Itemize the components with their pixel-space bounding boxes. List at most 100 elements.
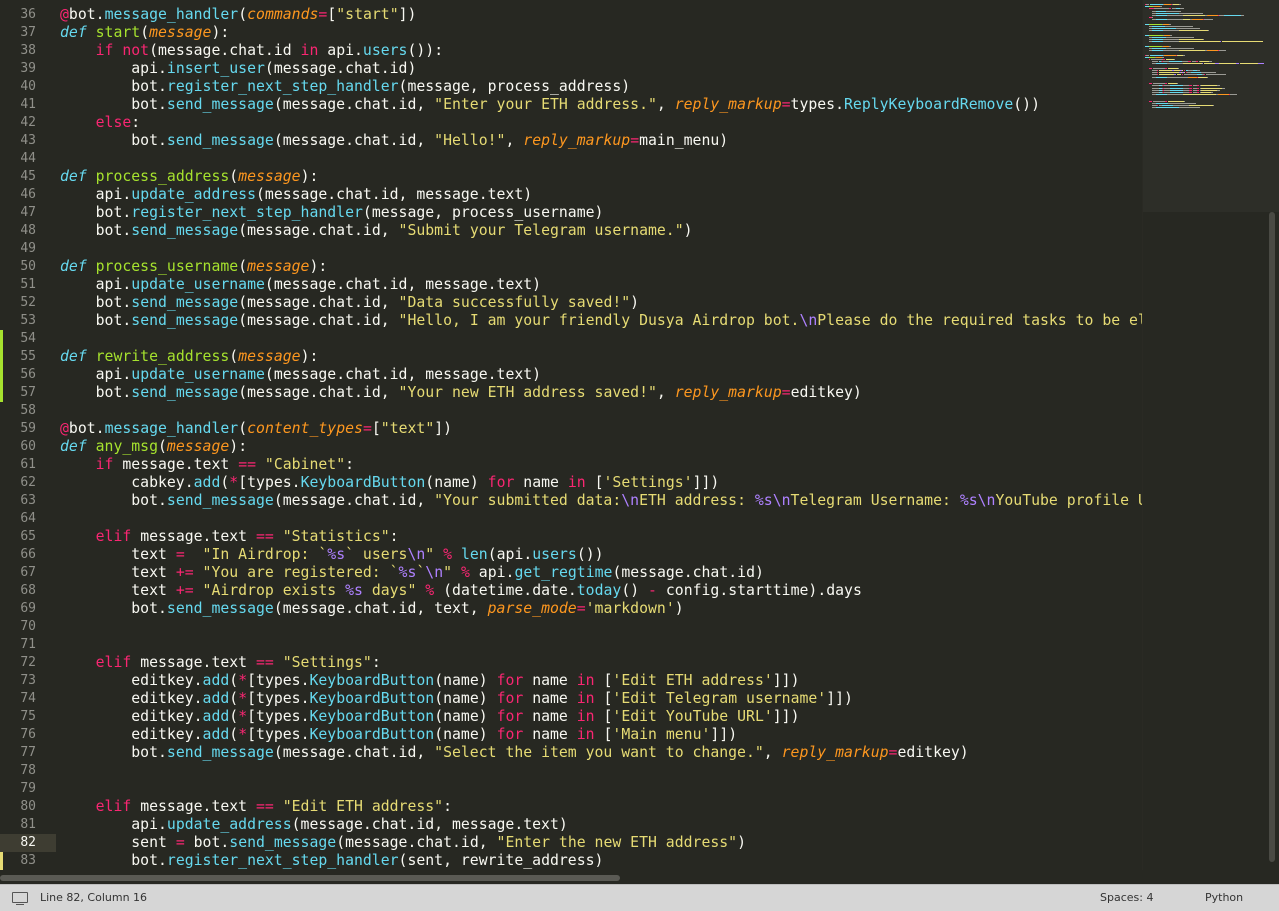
- minimap-code-mark: [1165, 37, 1194, 38]
- code-line[interactable]: bot.send_message(message.chat.id, "Selec…: [60, 744, 968, 762]
- code-line[interactable]: text = "In Airdrop: `%s` users\n" % len(…: [60, 546, 603, 564]
- code-line[interactable]: api.insert_user(message.chat.id): [60, 60, 416, 78]
- code-line[interactable]: api.update_address(message.chat.id, mess…: [60, 816, 568, 834]
- horizontal-scrollbar-thumb[interactable]: [0, 875, 620, 881]
- code-token: process_username: [95, 258, 239, 275]
- code-token: message.text: [131, 798, 256, 815]
- code-token: =: [781, 96, 791, 113]
- code-line[interactable]: bot.register_next_step_handler(sent, rew…: [60, 852, 603, 870]
- code-token: message: [238, 168, 301, 185]
- line-number: 78: [20, 763, 36, 778]
- code-token: editkey.: [60, 672, 203, 689]
- code-token: (: [238, 420, 248, 437]
- line-number: 75: [20, 709, 36, 724]
- code-token: if not: [95, 42, 150, 59]
- code-token: for: [487, 474, 515, 491]
- code-token: api.: [60, 186, 132, 203]
- minimap-code-mark: [1169, 23, 1172, 25]
- minimap[interactable]: [1142, 0, 1279, 870]
- horizontal-scrollbar[interactable]: [0, 870, 1279, 884]
- minimap-code-mark: [1154, 8, 1170, 10]
- panel-toggle-icon[interactable]: [12, 892, 28, 905]
- code-line[interactable]: @bot.message_handler(content_types=["tex…: [60, 420, 452, 438]
- code-line[interactable]: editkey.add(*[types.KeyboardButton(name)…: [60, 690, 853, 708]
- code-token: `: [416, 564, 426, 581]
- code-line[interactable]: text += "You are registered: `%s`\n" % a…: [60, 564, 764, 582]
- code-token: (message.chat.id, message.text): [256, 186, 533, 203]
- minimap-code-mark: [1152, 39, 1163, 41]
- code-line[interactable]: bot.send_message(message.chat.id, "Data …: [60, 294, 639, 312]
- minimap-code-mark: [1163, 39, 1180, 41]
- code-line[interactable]: def process_username(message):: [60, 258, 327, 276]
- code-token: ": [425, 546, 435, 563]
- code-token: register_next_step_handler: [166, 78, 399, 95]
- code-line[interactable]: if not(message.chat.id in api.users()):: [60, 42, 443, 60]
- minimap-code-mark: [1190, 72, 1201, 74]
- code-line[interactable]: text += "Airdrop exists %s days" % (date…: [60, 582, 862, 600]
- vertical-scrollbar-thumb[interactable]: [1269, 212, 1275, 862]
- code-line[interactable]: api.update_username(message.chat.id, mes…: [60, 276, 541, 294]
- line-number: 77: [20, 745, 36, 760]
- code-line[interactable]: sent = bot.send_message(message.chat.id,…: [60, 834, 746, 852]
- code-token: :: [371, 654, 381, 671]
- code-line[interactable]: bot.send_message(message.chat.id, "Enter…: [60, 96, 1040, 114]
- minimap-code-mark: [1170, 34, 1172, 36]
- code-line[interactable]: api.update_username(message.chat.id, mes…: [60, 366, 541, 384]
- line-number: 80: [20, 799, 36, 814]
- code-token: "Data successfully saved!": [398, 294, 631, 311]
- code-line[interactable]: editkey.add(*[types.KeyboardButton(name)…: [60, 726, 737, 744]
- code-token: 'markdown': [585, 600, 675, 617]
- code-token: bot.: [60, 132, 167, 149]
- code-token: insert_user: [166, 60, 265, 77]
- line-number: 39: [20, 61, 36, 76]
- code-line[interactable]: elif message.text == "Settings":: [60, 654, 381, 672]
- code-line[interactable]: if message.text == "Cabinet":: [60, 456, 354, 474]
- indentation-setting[interactable]: Spaces: 4: [1100, 891, 1153, 904]
- code-line[interactable]: bot.send_message(message.chat.id, "Submi…: [60, 222, 693, 240]
- code-token: [: [327, 6, 337, 23]
- code-line[interactable]: api.update_address(message.chat.id, mess…: [60, 186, 533, 204]
- syntax-selector[interactable]: Python: [1205, 891, 1243, 904]
- code-line[interactable]: editkey.add(*[types.KeyboardButton(name)…: [60, 672, 799, 690]
- code-token: (: [229, 708, 239, 725]
- code-line[interactable]: elif message.text == "Edit ETH address":: [60, 798, 452, 816]
- minimap-code-mark: [1164, 26, 1193, 27]
- code-line[interactable]: bot.send_message(message.chat.id, "Hello…: [60, 312, 1142, 330]
- code-line[interactable]: cabkey.add(*[types.KeyboardButton(name) …: [60, 474, 719, 492]
- code-token: =: [576, 600, 586, 617]
- code-line[interactable]: bot.send_message(message.chat.id, "Your …: [60, 384, 862, 402]
- code-line[interactable]: bot.send_message(message.chat.id, "Hello…: [60, 132, 728, 150]
- code-line[interactable]: bot.send_message(message.chat.id, text, …: [60, 600, 683, 618]
- code-line[interactable]: @bot.message_handler(commands=["start"]): [60, 6, 416, 24]
- code-line[interactable]: def process_address(message):: [60, 168, 318, 186]
- code-line[interactable]: def start(message):: [60, 24, 229, 42]
- code-line[interactable]: bot.send_message(message.chat.id, "Your …: [60, 492, 1142, 510]
- code-token: start: [95, 24, 141, 41]
- line-number: 42: [20, 115, 36, 130]
- code-editor[interactable]: 36 37 38 39 40 41 42 43 44 45 46 47 48 49 50 51 52 53 54 55…: [0, 0, 1142, 870]
- code-token: api.: [60, 366, 132, 383]
- code-line[interactable]: bot.register_next_step_handler(message, …: [60, 78, 630, 96]
- code-line[interactable]: def rewrite_address(message):: [60, 348, 318, 366]
- code-line[interactable]: def any_msg(message):: [60, 438, 247, 456]
- code-token: (message.chat.id, message.text): [264, 276, 542, 293]
- code-line[interactable]: editkey.add(*[types.KeyboardButton(name)…: [60, 708, 799, 726]
- code-area[interactable]: @bot.message_handler(commands=["start"])…: [60, 0, 1142, 870]
- code-line[interactable]: elif message.text == "Statistics":: [60, 528, 399, 546]
- code-line[interactable]: bot.register_next_step_handler(message, …: [60, 204, 604, 222]
- minimap-code-mark: [1159, 74, 1174, 76]
- code-token: name: [514, 474, 568, 491]
- minimap-code-mark: [1170, 89, 1183, 91]
- vertical-scrollbar[interactable]: [1269, 212, 1277, 870]
- code-token: bot.: [68, 6, 105, 23]
- code-token: *: [238, 708, 248, 725]
- code-token: (message.chat.id, message.text): [264, 366, 542, 383]
- code-token: send_message: [131, 384, 239, 401]
- code-token: main_menu): [639, 132, 729, 149]
- minimap-code-mark: [1181, 70, 1183, 71]
- code-token: api.: [318, 42, 363, 59]
- code-line[interactable]: else:: [60, 114, 141, 132]
- code-token: bot.: [60, 600, 167, 617]
- code-token: ): [737, 834, 746, 851]
